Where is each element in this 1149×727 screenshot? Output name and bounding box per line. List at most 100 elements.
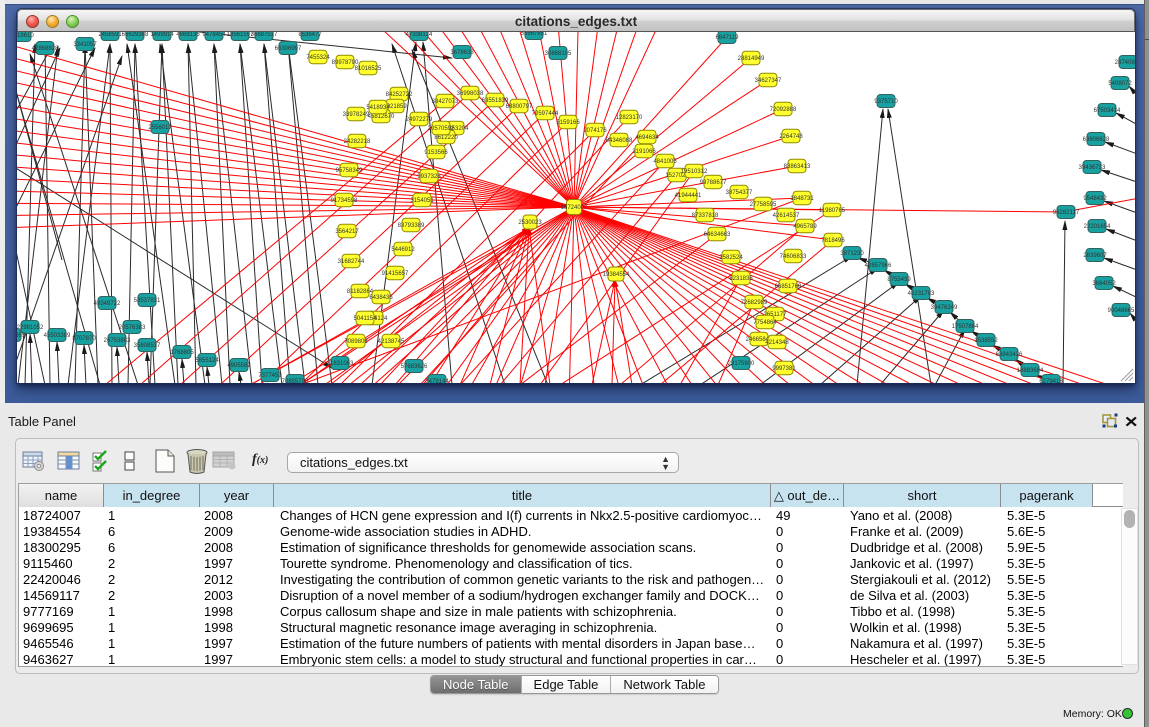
svg-text:74606833: 74606833	[780, 254, 807, 260]
svg-text:96282117: 96282117	[1053, 210, 1080, 216]
svg-text:47338124: 47338124	[406, 32, 433, 38]
svg-text:34627347: 34627347	[755, 78, 782, 84]
svg-text:1499914: 1499914	[150, 32, 174, 38]
svg-text:2839607: 2839607	[1083, 253, 1107, 259]
svg-text:5159166: 5159166	[556, 120, 580, 126]
svg-text:9937326: 9937326	[417, 174, 441, 180]
svg-text:2074176: 2074176	[583, 128, 607, 134]
svg-text:17507864: 17507864	[952, 324, 979, 330]
svg-text:90048665: 90048665	[1108, 308, 1135, 314]
svg-text:8536477: 8536477	[298, 32, 322, 38]
svg-text:7089806: 7089806	[344, 339, 368, 345]
svg-text:91734598: 91734598	[331, 198, 358, 204]
svg-text:41944441: 41944441	[675, 193, 702, 199]
svg-text:2191066: 2191066	[632, 149, 656, 155]
svg-text:29175900: 29175900	[728, 361, 755, 367]
svg-text:27758595: 27758595	[750, 202, 777, 208]
svg-text:20576383: 20576383	[119, 325, 146, 331]
svg-text:36687537: 36687537	[251, 32, 278, 38]
svg-text:49349722: 49349722	[94, 301, 121, 307]
svg-text:42138745: 42138745	[378, 339, 405, 345]
svg-text:1538552: 1538552	[974, 338, 998, 344]
svg-text:99788677: 99788677	[700, 180, 727, 186]
svg-text:1768805: 1768805	[170, 350, 194, 356]
svg-text:33978249: 33978249	[343, 112, 370, 118]
svg-text:3564217: 3564217	[335, 229, 359, 235]
svg-text:42868828: 42868828	[32, 46, 59, 52]
svg-text:7754864: 7754864	[753, 320, 777, 326]
svg-text:66306997: 66306997	[275, 46, 302, 52]
svg-text:20570592: 20570592	[428, 126, 455, 132]
svg-text:3871230: 3871230	[840, 251, 864, 257]
svg-text:1848731: 1848731	[790, 196, 814, 202]
svg-text:81016525: 81016525	[355, 66, 382, 72]
svg-text:2458591: 2458591	[98, 32, 122, 38]
svg-text:83793389: 83793389	[398, 223, 425, 229]
svg-text:5855124: 5855124	[195, 358, 219, 364]
svg-text:63606628: 63606628	[1083, 137, 1110, 143]
svg-text:31831063: 31831063	[327, 361, 354, 367]
svg-text:72092888: 72092888	[770, 107, 797, 113]
svg-text:84346088: 84346088	[606, 138, 633, 144]
svg-text:24972279: 24972279	[406, 117, 433, 123]
svg-text:68800797: 68800797	[506, 104, 533, 110]
svg-text:5446912: 5446912	[391, 247, 415, 253]
svg-text:12823170: 12823170	[616, 115, 643, 121]
svg-text:2582524: 2582524	[719, 255, 743, 261]
svg-text:8612220: 8612220	[434, 135, 458, 141]
svg-text:66851760: 66851760	[775, 284, 802, 290]
svg-text:66629388: 66629388	[122, 32, 149, 38]
svg-text:5041154: 5041154	[354, 316, 378, 322]
svg-text:2556017: 2556017	[148, 125, 172, 131]
svg-text:55667651: 55667651	[521, 32, 548, 37]
svg-text:3678638: 3678638	[450, 50, 474, 56]
svg-text:63843426: 63843426	[996, 352, 1023, 358]
svg-text:4214348: 4214348	[765, 340, 789, 346]
svg-text:95758349: 95758349	[336, 168, 363, 174]
svg-text:57683626: 57683626	[401, 364, 428, 370]
svg-text:38754377: 38754377	[726, 190, 753, 196]
svg-text:11980765: 11980765	[819, 208, 846, 214]
svg-text:64634663: 64634663	[704, 232, 731, 238]
svg-text:39476249: 39476249	[931, 305, 958, 311]
svg-text:8755439: 8755439	[887, 277, 911, 283]
svg-text:84252722: 84252722	[386, 92, 413, 98]
svg-text:35808537: 35808537	[134, 343, 161, 349]
svg-text:19510312: 19510312	[681, 169, 708, 175]
svg-text:9478454: 9478454	[202, 32, 226, 38]
svg-text:1419610: 1419610	[17, 33, 34, 39]
svg-text:70597444: 70597444	[532, 111, 559, 117]
svg-text:19384554: 19384554	[603, 272, 630, 278]
svg-text:3154051: 3154051	[410, 198, 434, 204]
svg-text:7455324: 7455324	[306, 55, 330, 61]
svg-text:4905582: 4905582	[227, 363, 251, 369]
svg-text:18883684: 18883684	[1017, 368, 1044, 374]
svg-text:45812670: 45812670	[368, 114, 395, 120]
svg-text:8231838: 8231838	[729, 276, 753, 282]
svg-text:24282218: 24282218	[344, 139, 371, 145]
svg-text:4668136: 4668136	[176, 32, 200, 38]
svg-text:18724007: 18724007	[561, 205, 588, 211]
svg-text:87337818: 87337818	[692, 213, 719, 219]
svg-text:6647119: 6647119	[716, 35, 740, 41]
svg-text:2264748: 2264748	[779, 134, 803, 140]
svg-text:72682989: 72682989	[741, 300, 768, 306]
svg-text:42857966: 42857966	[865, 263, 892, 269]
svg-text:42614537: 42614537	[773, 213, 800, 219]
svg-text:83863413: 83863413	[784, 164, 811, 170]
svg-text:7377459: 7377459	[258, 373, 282, 379]
svg-text:31682744: 31682744	[338, 259, 365, 265]
svg-text:5408072: 5408072	[1108, 81, 1132, 87]
svg-text:6279418: 6279418	[1039, 379, 1063, 383]
svg-text:91415657: 91415657	[382, 271, 409, 277]
svg-text:9375710: 9375710	[874, 99, 898, 105]
svg-text:38427073: 38427073	[432, 99, 459, 105]
svg-text:46231783: 46231783	[908, 291, 935, 297]
svg-text:2530023: 2530023	[518, 220, 542, 226]
svg-text:4841005: 4841005	[653, 159, 677, 165]
svg-text:22201654: 22201654	[1084, 224, 1111, 230]
svg-text:56164955: 56164955	[17, 333, 26, 339]
svg-text:70855700: 70855700	[282, 379, 309, 383]
svg-text:9153566: 9153566	[424, 150, 448, 156]
svg-text:9548432: 9548432	[1083, 196, 1107, 202]
